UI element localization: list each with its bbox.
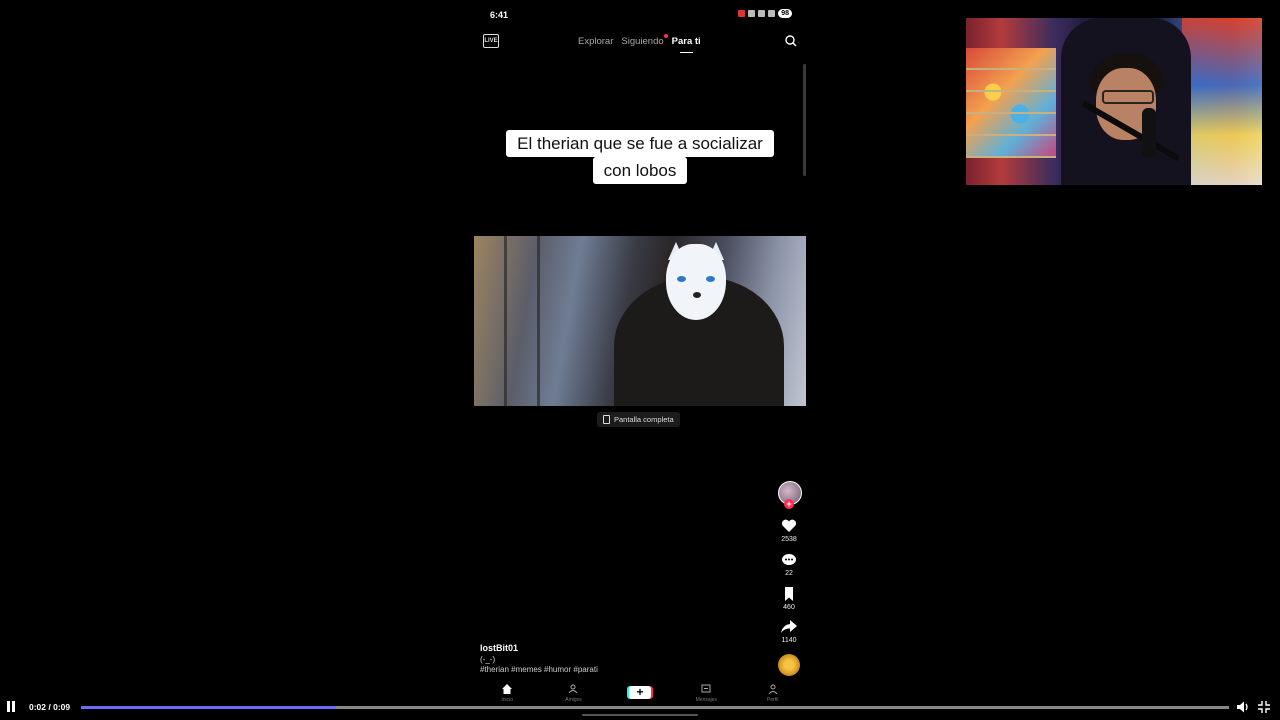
phone-screen: 6:41 98 LIVE Explorar Siguiendo Para ti … [474,0,806,716]
wolf-mask-eye [706,276,715,282]
wolf-mask-eye [677,276,686,282]
wall-posters [1182,18,1262,185]
post-hashtags[interactable]: #therian #memes #humor #parati [480,665,598,674]
new-dot-icon [663,34,668,38]
progress-bar[interactable] [81,706,1229,709]
follow-plus-icon[interactable]: + [784,499,794,509]
home-icon [502,684,513,694]
player-controls: 0:02 / 0:09 [0,698,1280,720]
friends-icon [568,684,577,694]
save-button[interactable]: 460 [776,587,802,611]
notification-icon [738,10,746,17]
post-info: lostBit01 (-_-) #therian #memes #humor #… [480,643,598,674]
profile-icon [768,684,778,695]
caption-line-1: El therian que se fue a socializar [506,130,774,157]
status-bar: 6:41 98 [474,8,806,22]
post-username[interactable]: lostBit01 [480,643,598,653]
streamer-glasses [1102,90,1154,104]
fullscreen-icon [603,415,610,424]
webcam-overlay [966,18,1262,185]
wifi-icon [758,10,766,17]
exit-fullscreen-icon[interactable] [1257,700,1271,714]
tab-siguiendo-label: Siguiendo [621,36,664,47]
status-icons: 98 [738,9,792,18]
timecode: 0:02 / 0:09 [29,702,71,712]
share-count: 1140 [781,637,797,644]
comment-icon [782,554,796,565]
feed-tabs: Explorar Siguiendo Para ti [578,34,701,53]
video-frame[interactable] [474,236,806,406]
progress-fill [81,706,336,709]
wolf-mask [666,244,726,320]
mute-icon [748,10,756,17]
wolf-mask-nose [693,292,701,298]
inbox-icon [701,684,711,693]
comment-count: 22 [785,570,793,577]
like-button[interactable]: 2538 [776,519,802,543]
save-count: 460 [783,604,795,611]
status-time: 6:41 [490,10,509,20]
pause-icon[interactable] [6,701,16,712]
background-structure [504,236,540,406]
tab-para-ti[interactable]: Para ti [672,36,701,53]
video-caption: El therian que se fue a socializar con l… [474,130,806,184]
nav-create[interactable]: + [620,684,660,699]
battery-icon: 98 [778,9,792,18]
like-count: 2538 [781,536,797,543]
share-arrow-icon [781,620,797,633]
bookmark-icon [785,587,793,601]
tab-explorar[interactable]: Explorar [578,36,613,47]
music-disc-icon[interactable] [778,654,800,676]
comment-button[interactable]: 22 [776,553,802,577]
live-icon[interactable]: LIVE [483,34,499,48]
microphone [1142,108,1156,158]
caption-line-2: con lobos [592,157,688,184]
top-nav: LIVE Explorar Siguiendo Para ti [474,34,806,53]
fullscreen-button[interactable]: Pantalla completa [597,412,680,427]
heart-icon [781,519,797,532]
volume-icon[interactable] [1236,700,1250,714]
toy-shelf [966,48,1056,158]
fullscreen-label: Pantalla completa [614,415,674,424]
search-icon[interactable] [785,35,797,47]
signal-icon [768,10,776,17]
tab-siguiendo[interactable]: Siguiendo [621,34,668,47]
post-description: (-_-) [480,655,496,664]
share-button[interactable]: 1140 [776,620,802,644]
